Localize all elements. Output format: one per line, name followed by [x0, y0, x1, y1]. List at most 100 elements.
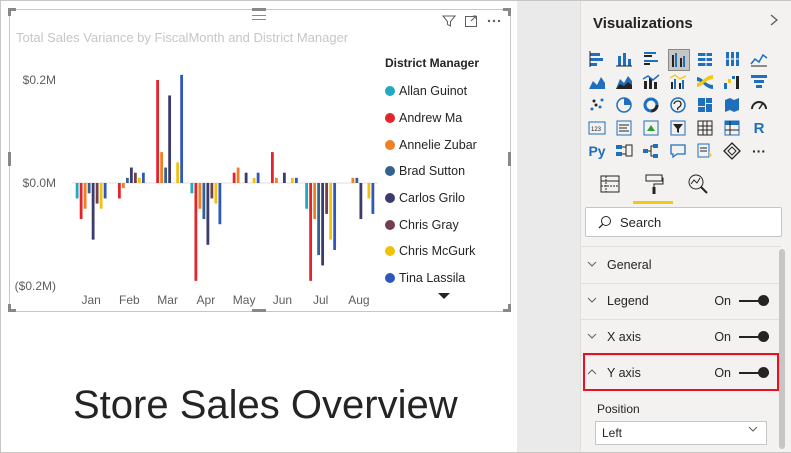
- bar[interactable]: [103, 183, 107, 199]
- bar[interactable]: [133, 172, 137, 183]
- bar[interactable]: [121, 183, 125, 189]
- bar[interactable]: [176, 162, 180, 183]
- legend-item[interactable]: Chris Gray: [385, 211, 479, 238]
- search-input[interactable]: Search: [585, 207, 782, 237]
- focus-mode-icon[interactable]: [464, 14, 478, 31]
- donut-chart-icon[interactable]: [641, 95, 661, 115]
- map-icon[interactable]: [695, 95, 715, 115]
- bar[interactable]: [194, 183, 198, 281]
- bar[interactable]: [180, 74, 184, 183]
- position-select[interactable]: Left: [595, 421, 767, 445]
- legend-item[interactable]: Andrew Ma: [385, 105, 479, 132]
- resize-handle-top-inner2[interactable]: [252, 19, 266, 20]
- bar[interactable]: [99, 183, 103, 209]
- chevron-right-icon[interactable]: [769, 13, 779, 30]
- bar[interactable]: [321, 183, 325, 266]
- legend-scroll-down-icon[interactable]: [438, 293, 450, 299]
- legend-item[interactable]: Allan Guinot: [385, 78, 479, 105]
- qa-icon[interactable]: [668, 141, 688, 161]
- 100pct-stacked-bar-chart-icon[interactable]: [695, 49, 715, 69]
- bar[interactable]: [206, 183, 210, 245]
- bar[interactable]: [351, 177, 355, 183]
- legend-item[interactable]: Carlos Grilo: [385, 185, 479, 212]
- bar[interactable]: [75, 183, 79, 199]
- bar[interactable]: [125, 177, 129, 183]
- legend-item[interactable]: Annelie Zubar: [385, 131, 479, 158]
- bar[interactable]: [359, 183, 363, 220]
- kpi-icon[interactable]: [641, 118, 661, 138]
- decomposition-tree-icon[interactable]: [641, 141, 661, 161]
- stacked-column-chart-icon[interactable]: [614, 49, 634, 69]
- bar[interactable]: [83, 183, 87, 209]
- bar[interactable]: [317, 183, 321, 256]
- bar[interactable]: [190, 183, 194, 194]
- bar[interactable]: [232, 172, 236, 183]
- line-and-clustered-column-chart-icon[interactable]: [668, 72, 688, 92]
- bar[interactable]: [333, 183, 337, 250]
- y-axis-toggle[interactable]: [739, 367, 769, 379]
- bar[interactable]: [329, 183, 333, 240]
- more-options-icon[interactable]: [486, 14, 502, 31]
- bar[interactable]: [244, 172, 248, 183]
- card-y-axis[interactable]: Y axis On: [583, 355, 779, 391]
- bar[interactable]: [168, 95, 172, 183]
- bar[interactable]: [270, 152, 274, 183]
- bar[interactable]: [274, 177, 278, 183]
- treemap-icon[interactable]: [668, 95, 688, 115]
- resize-handle-bottom[interactable]: [252, 309, 266, 312]
- legend-item[interactable]: Chris McGurk: [385, 238, 479, 265]
- pane-scrollbar[interactable]: [779, 249, 785, 449]
- stacked-area-chart-icon[interactable]: [614, 72, 634, 92]
- resize-handle-top[interactable]: [252, 8, 266, 11]
- bar[interactable]: [87, 183, 91, 194]
- funnel-chart-icon[interactable]: [749, 72, 769, 92]
- clustered-column-chart-icon[interactable]: [668, 49, 690, 71]
- more-visuals-icon[interactable]: ···: [749, 141, 769, 161]
- bar[interactable]: [95, 183, 99, 204]
- analytics-icon[interactable]: [687, 173, 709, 200]
- clustered-bar-chart-icon[interactable]: [641, 49, 661, 69]
- matrix-icon[interactable]: [722, 118, 742, 138]
- bar[interactable]: [160, 152, 164, 183]
- bar[interactable]: [210, 183, 214, 199]
- bar[interactable]: [290, 177, 294, 183]
- legend-item[interactable]: Tina Lassila: [385, 265, 479, 292]
- scatter-chart-icon[interactable]: [587, 95, 607, 115]
- card-general[interactable]: General: [583, 247, 779, 283]
- pie-chart-icon[interactable]: [614, 95, 634, 115]
- bar[interactable]: [79, 183, 83, 220]
- slicer-icon[interactable]: [668, 118, 688, 138]
- bar[interactable]: [355, 177, 359, 183]
- filled-map-icon[interactable]: [722, 95, 742, 115]
- bar[interactable]: [156, 80, 160, 183]
- bar[interactable]: [313, 183, 317, 220]
- card-legend[interactable]: Legend On: [583, 283, 779, 319]
- resize-handle-tl-v[interactable]: [8, 8, 11, 16]
- bar[interactable]: [294, 177, 298, 183]
- bar[interactable]: [325, 183, 329, 214]
- bar[interactable]: [371, 183, 375, 214]
- bar[interactable]: [91, 183, 95, 240]
- table-icon[interactable]: [695, 118, 715, 138]
- bar[interactable]: [367, 183, 371, 199]
- resize-handle-top-inner[interactable]: [252, 15, 266, 16]
- key-influencers-icon[interactable]: [614, 141, 634, 161]
- bar[interactable]: [129, 167, 133, 183]
- clustered-column-visual[interactable]: Total Sales Variance by FiscalMonth and …: [8, 8, 511, 312]
- card-icon[interactable]: 123: [587, 118, 607, 138]
- resize-handle-right[interactable]: [508, 152, 511, 166]
- legend-item[interactable]: Brad Sutton: [385, 158, 479, 185]
- waterfall-chart-icon[interactable]: [722, 72, 742, 92]
- 100pct-stacked-column-chart-icon[interactable]: [722, 49, 742, 69]
- bar[interactable]: [202, 183, 206, 220]
- filter-icon[interactable]: [441, 14, 457, 31]
- multi-row-card-icon[interactable]: [614, 118, 634, 138]
- legend-toggle[interactable]: [739, 295, 769, 307]
- fields-icon[interactable]: [599, 173, 621, 200]
- resize-handle-tr-v[interactable]: [508, 8, 511, 16]
- line-and-stacked-column-chart-icon[interactable]: [641, 72, 661, 92]
- bar[interactable]: [305, 183, 309, 209]
- smart-narrative-icon[interactable]: [695, 141, 715, 161]
- line-chart-icon[interactable]: [749, 49, 769, 69]
- bar[interactable]: [236, 167, 240, 183]
